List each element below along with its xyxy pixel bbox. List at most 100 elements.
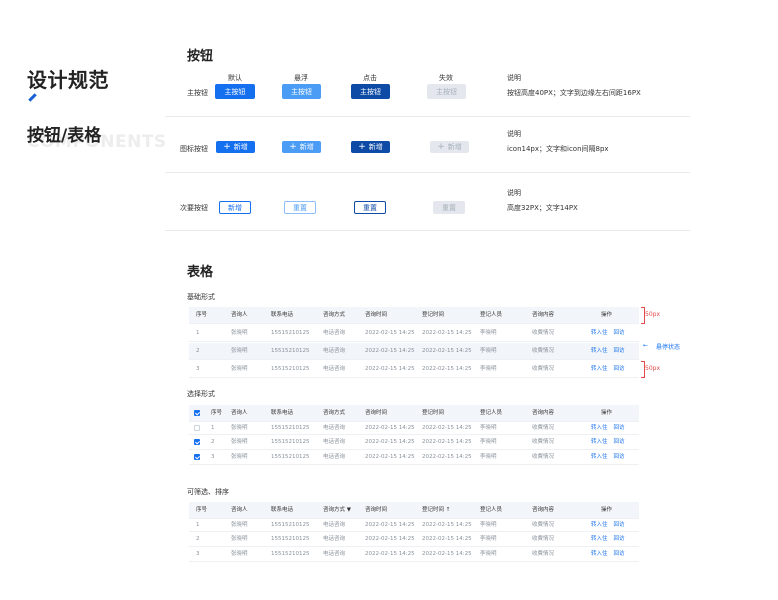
revisit-link[interactable]: 回访 bbox=[614, 439, 625, 445]
cell-reg-time: 2022-02-15 14:25 bbox=[422, 366, 472, 372]
table-row[interactable]: 1 张晓明 15515210125 电话咨询 2022-02-15 14:25 … bbox=[189, 325, 639, 342]
cell-no: 3 bbox=[196, 551, 200, 557]
table-row[interactable]: 3 张晓明 15515210125 电话咨询 2022-02-15 14:25 … bbox=[189, 547, 639, 562]
divider bbox=[165, 116, 690, 117]
table-row-hover[interactable]: 2 张晓明 15515210125 电话咨询 2022-02-15 14:25 … bbox=[189, 343, 639, 360]
cell-reg-time: 2022-02-15 14:25 bbox=[422, 454, 472, 460]
cell-name: 张晓明 bbox=[231, 330, 248, 336]
cell-consult-time: 2022-02-15 14:25 bbox=[365, 439, 415, 445]
icon-button-disabled: + 新增 bbox=[430, 141, 469, 153]
cell-content: 收費情况 bbox=[532, 425, 555, 431]
cell-content: 收費情况 bbox=[532, 454, 555, 460]
transfer-link[interactable]: 转入住 bbox=[591, 330, 608, 336]
th-content: 咨询内容 bbox=[532, 410, 555, 416]
cell-consult-time: 2022-02-15 14:25 bbox=[365, 551, 415, 557]
cell-name: 张晓明 bbox=[231, 348, 248, 354]
icon-button-desc: icon14px；文字和icon间隔8px bbox=[507, 145, 609, 153]
col-head-hover: 悬浮 bbox=[294, 74, 308, 82]
revisit-link[interactable]: 回访 bbox=[614, 551, 625, 557]
th-no: 序号 bbox=[196, 312, 208, 318]
th-phone: 联系电话 bbox=[271, 312, 294, 318]
cell-content: 收費情况 bbox=[532, 551, 555, 557]
cell-consult-time: 2022-02-15 14:25 bbox=[365, 454, 415, 460]
cell-method: 电话咨询 bbox=[323, 330, 346, 336]
th-method-filter[interactable]: 咨询方式 ▼ bbox=[323, 502, 351, 519]
transfer-link[interactable]: 转入住 bbox=[591, 454, 608, 460]
icon-button-label: 新增 bbox=[299, 143, 314, 151]
revisit-link[interactable]: 回访 bbox=[614, 348, 625, 354]
transfer-link[interactable]: 转入住 bbox=[591, 439, 608, 445]
revisit-link[interactable]: 回访 bbox=[614, 522, 625, 528]
select-all-checkbox[interactable] bbox=[194, 410, 200, 416]
table-row[interactable]: 2 张晓明 15515210125 电话咨询 2022-02-15 14:25 … bbox=[189, 532, 639, 547]
cell-content: 收費情况 bbox=[532, 439, 555, 445]
row-checkbox[interactable] bbox=[194, 454, 200, 460]
cell-method: 电话咨询 bbox=[323, 348, 346, 354]
row-label-icon: 图标按钮 bbox=[180, 145, 208, 153]
revisit-link[interactable]: 回访 bbox=[614, 330, 625, 336]
cell-reg-time: 2022-02-15 14:25 bbox=[422, 330, 472, 336]
primary-button-active[interactable]: 主按钮 bbox=[351, 84, 390, 99]
cell-method: 电话咨询 bbox=[323, 522, 346, 528]
icon-button-hover[interactable]: + 新增 bbox=[282, 141, 321, 153]
icon-button-active[interactable]: + 新增 bbox=[351, 141, 390, 153]
cell-name: 张晓明 bbox=[231, 366, 248, 372]
cell-consult-time: 2022-02-15 14:25 bbox=[365, 536, 415, 542]
table-row[interactable]: 3 张晓明 15515210125 电话咨询 2022-02-15 14:25 … bbox=[189, 450, 639, 465]
col-head-description: 说明 bbox=[507, 74, 521, 82]
cell-content: 收費情况 bbox=[532, 330, 555, 336]
transfer-link[interactable]: 转入住 bbox=[591, 348, 608, 354]
th-content: 咨询内容 bbox=[532, 312, 555, 318]
cell-name: 张晓明 bbox=[231, 454, 248, 460]
cell-staff: 李晓明 bbox=[480, 522, 497, 528]
plus-icon: + bbox=[289, 141, 297, 152]
cell-method: 电话咨询 bbox=[323, 536, 346, 542]
transfer-link[interactable]: 转入住 bbox=[591, 522, 608, 528]
transfer-link[interactable]: 转入住 bbox=[591, 425, 608, 431]
revisit-link[interactable]: 回访 bbox=[614, 425, 625, 431]
table-row[interactable]: 1 张晓明 15515210125 电话咨询 2022-02-15 14:25 … bbox=[189, 518, 639, 532]
cell-staff: 李晓明 bbox=[480, 366, 497, 372]
primary-button-disabled: 主按钮 bbox=[427, 84, 466, 99]
th-method: 咨询方式 bbox=[323, 410, 346, 416]
transfer-link[interactable]: 转入住 bbox=[591, 551, 608, 557]
cell-phone: 15515210125 bbox=[271, 439, 310, 445]
secondary-button-active[interactable]: 重置 bbox=[354, 201, 386, 214]
primary-button-hover[interactable]: 主按钮 bbox=[282, 84, 321, 99]
secondary-button-default[interactable]: 新增 bbox=[219, 201, 251, 214]
title-accent-mark bbox=[28, 93, 37, 102]
cell-consult-time: 2022-02-15 14:25 bbox=[365, 522, 415, 528]
page-title: 设计规范 bbox=[27, 68, 109, 92]
table-row[interactable]: 3 张晓明 15515210125 电话咨询 2022-02-15 14:25 … bbox=[189, 361, 639, 378]
cell-consult-time: 2022-02-15 14:25 bbox=[365, 366, 415, 372]
th-staff: 登记人员 bbox=[480, 312, 503, 318]
th-reg-time-sort[interactable]: 登记时间 ↑ bbox=[422, 502, 450, 519]
cell-phone: 15515210125 bbox=[271, 348, 310, 354]
cell-phone: 15515210125 bbox=[271, 454, 310, 460]
cell-staff: 李晓明 bbox=[480, 425, 497, 431]
row-checkbox[interactable] bbox=[194, 439, 200, 445]
icon-button-default[interactable]: + 新增 bbox=[216, 141, 255, 153]
cell-method: 电话咨询 bbox=[323, 439, 346, 445]
revisit-link[interactable]: 回访 bbox=[614, 536, 625, 542]
table-row[interactable]: 2 张晓明 15515210125 电话咨询 2022-02-15 14:25 … bbox=[189, 435, 639, 450]
th-content: 咨询内容 bbox=[532, 507, 555, 513]
transfer-link[interactable]: 转入住 bbox=[591, 536, 608, 542]
row-checkbox[interactable] bbox=[194, 425, 200, 431]
revisit-link[interactable]: 回访 bbox=[614, 454, 625, 460]
plus-icon: + bbox=[437, 141, 445, 152]
cell-content: 收費情况 bbox=[532, 536, 555, 542]
cell-staff: 李晓明 bbox=[480, 536, 497, 542]
secondary-button-hover[interactable]: 重置 bbox=[284, 201, 316, 214]
primary-button-default[interactable]: 主按钮 bbox=[215, 84, 255, 99]
table-row[interactable]: 1 张晓明 15515210125 电话咨询 2022-02-15 14:25 … bbox=[189, 421, 639, 435]
th-op: 操作 bbox=[601, 410, 613, 416]
plus-icon: + bbox=[358, 141, 366, 152]
col-head-disabled: 失效 bbox=[439, 74, 453, 82]
th-staff: 登记人员 bbox=[480, 507, 503, 513]
revisit-link[interactable]: 回访 bbox=[614, 366, 625, 372]
cell-reg-time: 2022-02-15 14:25 bbox=[422, 536, 472, 542]
secondary-button-desc: 高度32PX；文字14PX bbox=[507, 204, 578, 212]
transfer-link[interactable]: 转入住 bbox=[591, 366, 608, 372]
primary-button-desc: 按钮高度40PX；文字到边缘左右间距16PX bbox=[507, 89, 641, 97]
